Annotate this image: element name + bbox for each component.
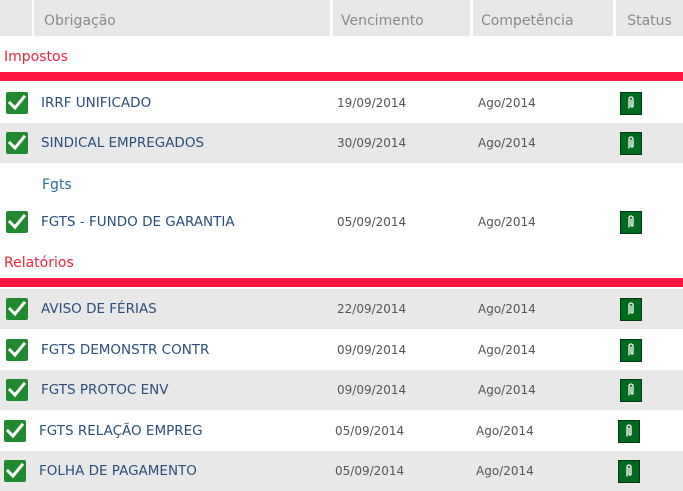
vencimento-date: 09/09/2014 [337,343,407,357]
section-title-relatorios: Relatórios [4,255,74,271]
competencia-value: Ago/2014 [478,215,536,229]
competencia-value: Ago/2014 [478,383,536,397]
check-icon[interactable] [6,379,28,401]
vencimento-date: 22/09/2014 [337,302,407,316]
competencia-value: Ago/2014 [476,424,534,438]
check-icon[interactable] [4,420,26,442]
competencia-value: Ago/2014 [476,464,534,478]
obrigacao-name[interactable]: FGTS DEMONSTR CONTR [41,330,209,370]
paperclip-icon[interactable] [620,339,642,362]
competencia-value: Ago/2014 [478,136,536,150]
paperclip-icon[interactable] [620,92,642,115]
obrigacao-name[interactable]: IRRF UNIFICADO [41,83,151,123]
table-header: Obrigação Vencimento Competência Status [0,0,683,36]
paperclip-icon[interactable] [618,420,640,443]
paperclip-icon[interactable] [620,298,642,321]
table-row[interactable]: IRRF UNIFICADO 19/09/2014 Ago/2014 [0,83,683,123]
table-row[interactable]: FGTS - FUNDO DE GARANTIA 05/09/2014 Ago/… [0,202,683,242]
obrigacao-name[interactable]: AVISO DE FÉRIAS [41,289,157,329]
check-icon[interactable] [6,339,28,361]
header-status[interactable]: Status [616,0,683,36]
check-icon[interactable] [4,460,26,482]
paperclip-icon[interactable] [620,132,642,155]
table-row[interactable]: FGTS DEMONSTR CONTR 09/09/2014 Ago/2014 [0,330,683,370]
check-icon[interactable] [6,132,28,154]
obrigacao-name[interactable]: FGTS PROTOC ENV [41,370,168,410]
table-row[interactable]: FOLHA DE PAGAMENTO 05/09/2014 Ago/2014 [0,451,683,491]
competencia-value: Ago/2014 [478,96,536,110]
section-divider [0,278,683,287]
section-divider [0,72,683,81]
header-competencia[interactable]: Competência [473,0,613,36]
vencimento-date: 05/09/2014 [335,424,405,438]
check-icon[interactable] [6,92,28,114]
competencia-value: Ago/2014 [478,343,536,357]
table-row[interactable]: SINDICAL EMPREGADOS 30/09/2014 Ago/2014 [0,123,683,163]
paperclip-icon[interactable] [620,211,642,234]
vencimento-date: 09/09/2014 [337,383,407,397]
header-checkbox-column [0,0,32,36]
vencimento-date: 30/09/2014 [337,136,407,150]
obrigacao-name[interactable]: SINDICAL EMPREGADOS [41,123,204,163]
header-obrigacao[interactable]: Obrigação [34,0,330,36]
obrigacao-name[interactable]: FOLHA DE PAGAMENTO [39,451,197,491]
obrigacao-name[interactable]: FGTS - FUNDO DE GARANTIA [41,202,235,242]
header-vencimento[interactable]: Vencimento [333,0,470,36]
vencimento-date: 19/09/2014 [337,96,407,110]
vencimento-date: 05/09/2014 [337,215,407,229]
competencia-value: Ago/2014 [478,302,536,316]
table-row[interactable]: FGTS PROTOC ENV 09/09/2014 Ago/2014 [0,370,683,410]
vencimento-date: 05/09/2014 [335,464,405,478]
subsection-title-fgts: Fgts [42,177,72,193]
obrigacao-name[interactable]: FGTS RELAÇÃO EMPREG [39,411,203,451]
table-row[interactable]: AVISO DE FÉRIAS 22/09/2014 Ago/2014 [0,289,683,329]
paperclip-icon[interactable] [620,379,642,402]
table-row[interactable]: FGTS RELAÇÃO EMPREG 05/09/2014 Ago/2014 [0,411,683,451]
check-icon[interactable] [6,211,28,233]
check-icon[interactable] [6,298,28,320]
section-title-impostos: Impostos [4,49,68,65]
paperclip-icon[interactable] [618,460,640,483]
